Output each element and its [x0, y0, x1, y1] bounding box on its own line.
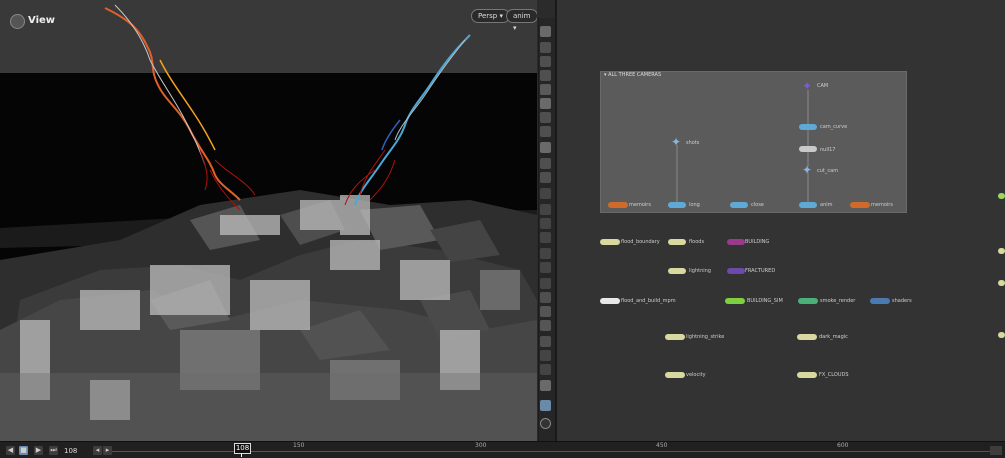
- smoke-render-node[interactable]: [798, 298, 818, 304]
- dark-magic-label: dark_magic: [819, 334, 848, 340]
- close-label: close: [751, 202, 764, 208]
- render-icon[interactable]: [540, 142, 551, 153]
- play-reverse-icon[interactable]: ◀: [6, 446, 15, 455]
- tick-label: 600: [837, 442, 849, 449]
- terrain-icon[interactable]: [540, 292, 551, 303]
- box-icon[interactable]: [540, 306, 551, 317]
- tick-label: 150: [293, 442, 305, 449]
- display-camera-menu[interactable]: anim ▾: [506, 9, 537, 32]
- cam-null-label: CAM: [817, 83, 829, 89]
- transform-icon[interactable]: [540, 232, 551, 243]
- timeline-bar[interactable]: [0, 441, 1005, 458]
- lightning-strike-node[interactable]: [665, 334, 685, 340]
- tick-label: 450: [656, 442, 668, 449]
- lightning-node[interactable]: [668, 268, 686, 274]
- null17-node[interactable]: [799, 146, 817, 152]
- anim-label: anim: [820, 202, 833, 208]
- memoirs-left-label: memoirs: [629, 202, 651, 208]
- dark-magic-node[interactable]: [797, 334, 817, 340]
- bulb-icon[interactable]: [540, 112, 551, 123]
- grid-icon[interactable]: [540, 172, 551, 183]
- camera-menu[interactable]: Persp ▾: [471, 9, 510, 23]
- lock-icon[interactable]: [540, 56, 551, 67]
- light-icon[interactable]: [540, 70, 551, 81]
- edge-icon[interactable]: [540, 204, 551, 215]
- offscreen-node[interactable]: [998, 332, 1005, 338]
- building-node[interactable]: [727, 239, 745, 245]
- shots-label: shots: [686, 140, 700, 146]
- close-node[interactable]: [730, 202, 748, 208]
- velocity-label: velocity: [686, 372, 706, 378]
- timeline-options-icon[interactable]: [990, 446, 1002, 455]
- cut-cam-node[interactable]: ✦: [802, 164, 814, 176]
- viewport-menu-icon[interactable]: [10, 14, 25, 29]
- viewport-side-toolbar: [538, 18, 556, 441]
- pen-icon[interactable]: [540, 218, 551, 229]
- step-back-icon[interactable]: ◂: [93, 446, 102, 455]
- null17-label: null17: [820, 147, 836, 153]
- flood-and-build-mpm-label: flood_and_build_mpm: [621, 298, 676, 304]
- camera-icon[interactable]: [540, 42, 551, 53]
- sphere-icon[interactable]: [540, 320, 551, 331]
- pin-icon[interactable]: [540, 350, 551, 361]
- fractured-label: FRACTURED: [745, 268, 776, 274]
- lightning-strike-label: lightning_strike: [686, 334, 725, 340]
- tick-label: 300: [475, 442, 487, 449]
- scene-viewport[interactable]: View Persp ▾ anim ▾: [0, 0, 537, 441]
- frame-field[interactable]: 108: [64, 447, 77, 455]
- shaders-node[interactable]: [870, 298, 890, 304]
- flag-icon[interactable]: [540, 336, 551, 347]
- hand-icon[interactable]: [540, 262, 551, 273]
- jump-end-icon[interactable]: ⏭: [49, 446, 58, 455]
- floods-label: floods: [689, 239, 705, 245]
- cam-null-node[interactable]: ✦: [802, 80, 814, 92]
- anim-node[interactable]: [799, 202, 817, 208]
- cut-cam-label: cut_cam: [817, 168, 839, 174]
- building-sim-node[interactable]: [725, 298, 745, 304]
- offscreen-node[interactable]: [998, 193, 1005, 199]
- node-wires: [676, 90, 809, 203]
- wireframe-icon[interactable]: [540, 98, 551, 109]
- fx-clouds-label: FX_CLOUDS: [819, 372, 849, 378]
- scene-geometry: [0, 4, 537, 441]
- cam-curve-label: cam_curve: [820, 124, 848, 130]
- memoirs-left-node[interactable]: [608, 202, 628, 208]
- info-icon[interactable]: [540, 418, 551, 429]
- cam-curve-node[interactable]: [799, 124, 817, 130]
- measure-icon[interactable]: [540, 278, 551, 289]
- shading-icon[interactable]: [540, 84, 551, 95]
- offscreen-node[interactable]: [998, 280, 1005, 286]
- smoke-render-label: smoke_render: [820, 298, 856, 304]
- building-sim-label: BUILDING_SIM: [747, 298, 783, 304]
- play-forward-icon[interactable]: ▶: [34, 446, 43, 455]
- shots-node[interactable]: ✦: [671, 136, 683, 148]
- bulb-alt-icon[interactable]: [540, 126, 551, 137]
- ghost-icon[interactable]: [540, 400, 551, 411]
- memoirs-right-label: memoirs: [871, 202, 893, 208]
- offscreen-node[interactable]: [998, 248, 1005, 254]
- stop-icon[interactable]: ■: [19, 446, 28, 455]
- lightning-label: lightning: [689, 268, 711, 274]
- floods-node[interactable]: [668, 239, 686, 245]
- memoirs-right-node[interactable]: [850, 202, 870, 208]
- clip-icon[interactable]: [540, 364, 551, 375]
- building-label: BUILDING: [745, 239, 770, 245]
- step-forward-icon[interactable]: ▸: [103, 446, 112, 455]
- current-frame-indicator: 108: [234, 443, 251, 454]
- long-label: long: [689, 202, 700, 208]
- flood-boundary-label: flood_boundary: [621, 239, 660, 245]
- select-icon[interactable]: [540, 26, 551, 37]
- flood-and-build-mpm-node[interactable]: [600, 298, 620, 304]
- long-node[interactable]: [668, 202, 686, 208]
- flood-boundary-node[interactable]: [600, 239, 620, 245]
- fractured-node[interactable]: [727, 268, 745, 274]
- shaders-label: shaders: [892, 298, 912, 304]
- snap-icon[interactable]: [540, 158, 551, 169]
- point-icon[interactable]: [540, 188, 551, 199]
- fx-clouds-node[interactable]: [797, 372, 817, 378]
- velocity-node[interactable]: [665, 372, 685, 378]
- paint-icon[interactable]: [540, 248, 551, 259]
- display-options-icon[interactable]: [540, 380, 551, 391]
- viewport-title: View: [28, 15, 56, 26]
